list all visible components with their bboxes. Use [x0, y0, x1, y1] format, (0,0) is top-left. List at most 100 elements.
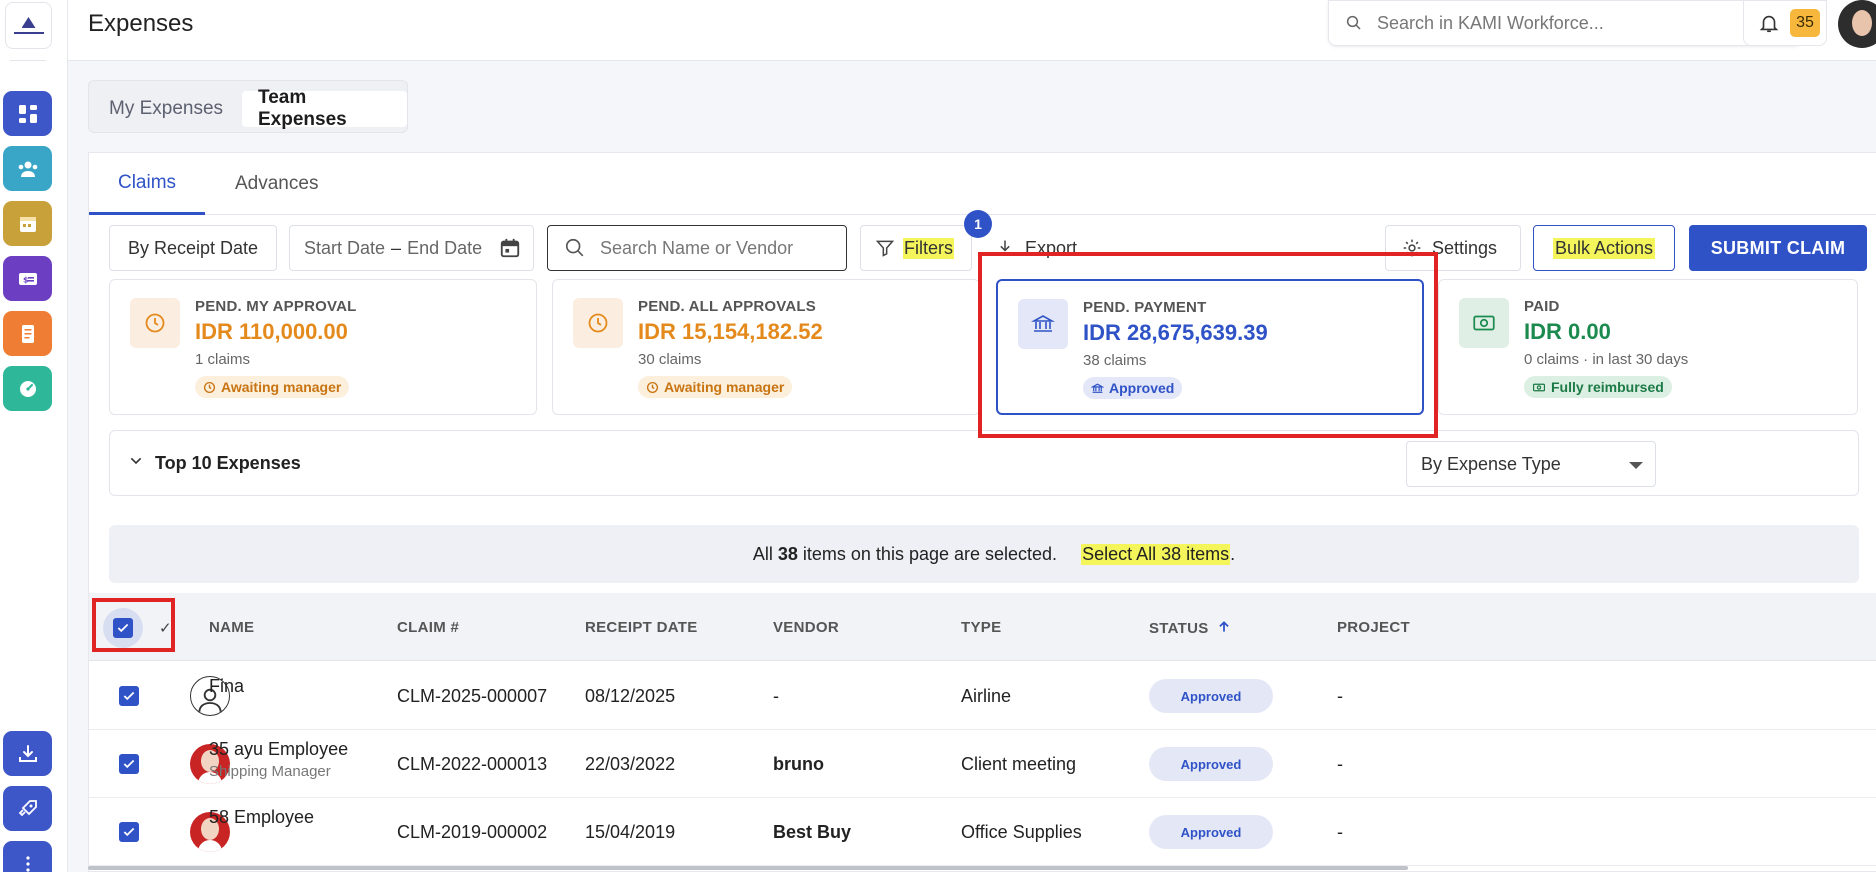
- nav-more-button[interactable]: [3, 841, 52, 872]
- nav-documents-button[interactable]: [3, 311, 52, 356]
- global-search-input[interactable]: Search in KAMI Workforce...: [1328, 0, 1802, 46]
- nav-people-button[interactable]: [3, 146, 52, 191]
- chevron-down-icon: [130, 457, 142, 465]
- bulk-actions-label: Bulk Actions: [1552, 237, 1656, 259]
- card-claims-count: 1 claims: [195, 351, 251, 368]
- top-10-expenses-label: Top 10 Expenses: [155, 453, 301, 473]
- selection-prefix: All: [752, 543, 773, 564]
- column-header-name[interactable]: NAME: [209, 619, 254, 636]
- row-receipt-date: 22/03/2022: [585, 754, 676, 774]
- team-expenses-toggle[interactable]: Team Expenses: [242, 87, 407, 130]
- filter-icon: [875, 240, 895, 257]
- card-amount: IDR 0.00: [1524, 319, 1611, 344]
- name-vendor-search-input[interactable]: Search Name or Vendor: [547, 225, 847, 271]
- bulk-actions-button[interactable]: Bulk Actions: [1533, 225, 1675, 271]
- claims-tabs: Claims Advances: [89, 153, 1876, 215]
- card-title: PAID: [1524, 298, 1560, 315]
- row-job-title: Shipping Manager: [209, 763, 331, 780]
- expense-view-toggle: My Expenses Team Expenses: [88, 80, 408, 133]
- more-icon: [25, 855, 30, 872]
- nav-expenses-button[interactable]: $: [3, 256, 52, 301]
- tab-advances[interactable]: Advances: [235, 153, 318, 215]
- checkmark-icon: [123, 759, 135, 769]
- company-logo[interactable]: [5, 2, 52, 49]
- row-claim-number[interactable]: CLM-2022-000013: [397, 754, 547, 775]
- document-icon: [21, 324, 34, 343]
- column-header-status-label: STATUS: [1149, 620, 1209, 637]
- summary-card-pending-all-approvals[interactable]: PEND. ALL APPROVALS IDR 15,154,182.52 30…: [552, 279, 980, 415]
- submit-claim-button[interactable]: SUBMIT CLAIM: [1689, 225, 1867, 271]
- annotation-highlight-select-all: [92, 598, 175, 652]
- row-claim-number[interactable]: CLM-2025-000007: [397, 686, 547, 707]
- my-expenses-toggle[interactable]: My Expenses: [93, 91, 239, 127]
- row-project: -: [1337, 822, 1343, 842]
- row-receipt-date: 15/04/2019: [585, 822, 676, 842]
- nav-dashboard-button[interactable]: [3, 91, 52, 136]
- name-vendor-search-placeholder: Search Name or Vendor: [600, 237, 794, 258]
- column-header-type[interactable]: TYPE: [961, 619, 1001, 636]
- expense-group-by-select[interactable]: By Expense Type: [1406, 441, 1656, 487]
- start-date-placeholder: Start Date: [304, 237, 386, 258]
- column-header-project[interactable]: PROJECT: [1337, 619, 1410, 636]
- user-avatar[interactable]: [1838, 0, 1876, 48]
- table-row[interactable]: Fina CLM-2025-000007 08/12/2025 - Airlin…: [89, 662, 1876, 730]
- row-vendor: -: [773, 686, 779, 706]
- download-icon: [18, 744, 37, 762]
- row-type: Client meeting: [961, 754, 1077, 774]
- column-header-vendor[interactable]: VENDOR: [773, 619, 839, 636]
- clock-icon: [646, 381, 659, 393]
- people-icon: [18, 161, 37, 177]
- gauge-icon: [19, 380, 36, 397]
- column-header-claim[interactable]: CLAIM #: [397, 619, 459, 636]
- nav-rocket-button[interactable]: [3, 786, 52, 831]
- search-icon: [565, 238, 584, 257]
- horizontal-scrollbar[interactable]: [88, 866, 1408, 870]
- summary-card-paid[interactable]: PAID IDR 0.00 0 claims · in last 30 days…: [1438, 279, 1858, 415]
- column-header-status[interactable]: STATUS: [1149, 619, 1231, 637]
- nav-calendar-button[interactable]: [3, 201, 52, 246]
- money-card-icon: $: [18, 272, 37, 285]
- column-header-receipt-date[interactable]: RECEIPT DATE: [585, 619, 698, 636]
- status-badge-label: Fully reimbursed: [1551, 379, 1664, 395]
- nav-performance-button[interactable]: [3, 366, 52, 411]
- bell-icon: [1759, 15, 1779, 33]
- status-badge: Awaiting manager: [195, 376, 350, 398]
- date-type-button[interactable]: By Receipt Date: [109, 225, 277, 271]
- date-range-picker[interactable]: Start Date – End Date: [289, 225, 534, 271]
- row-name: 35 ayu Employee: [209, 739, 349, 759]
- tab-claims[interactable]: Claims: [89, 153, 205, 215]
- clock-icon: [130, 298, 180, 348]
- filters-button[interactable]: Filters: [860, 225, 972, 271]
- status-badge-label: Awaiting manager: [664, 379, 785, 395]
- table-row[interactable]: 35 ayu Employee Shipping Manager CLM-202…: [89, 730, 1876, 798]
- select-all-link[interactable]: Select All 38 items: [1081, 543, 1231, 565]
- status-badge: Approved: [1149, 815, 1273, 849]
- rocket-icon: [18, 799, 37, 816]
- status-badge: Approved: [1149, 747, 1273, 781]
- date-range-dash: –: [391, 237, 402, 258]
- checkmark-icon: [123, 691, 135, 701]
- top-10-expenses-section[interactable]: Top 10 Expenses By Expense Type: [109, 430, 1859, 496]
- card-claims-count: 30 claims: [638, 351, 702, 368]
- annotation-highlight-pending-payment: [978, 252, 1438, 438]
- clock-icon: [573, 298, 623, 348]
- card-claims-count: 0 claims · in last 30 days: [1524, 351, 1689, 368]
- global-search-placeholder: Search in KAMI Workforce...: [1377, 12, 1604, 33]
- row-checkbox[interactable]: [119, 822, 139, 842]
- calendar-icon: [500, 238, 520, 258]
- settings-label: Settings: [1432, 237, 1498, 258]
- summary-card-pending-my-approval[interactable]: PEND. MY APPROVAL IDR 110,000.00 1 claim…: [109, 279, 537, 415]
- notifications-button[interactable]: 35: [1743, 0, 1827, 46]
- selection-message: items on this page are selected.: [802, 543, 1058, 564]
- row-claim-number[interactable]: CLM-2019-000002: [397, 822, 547, 843]
- row-checkbox[interactable]: [119, 754, 139, 774]
- cash-icon: [1459, 298, 1509, 348]
- sort-ascending-icon: [1219, 621, 1229, 632]
- selection-count: 38: [777, 543, 798, 564]
- nav-download-button[interactable]: [3, 731, 52, 776]
- table-row[interactable]: 58 Employee CLM-2019-000002 15/04/2019 B…: [89, 798, 1876, 866]
- row-checkbox[interactable]: [119, 686, 139, 706]
- card-title: PEND. ALL APPROVALS: [638, 298, 816, 315]
- row-type: Airline: [961, 686, 1012, 706]
- checkmark-icon: [123, 827, 135, 837]
